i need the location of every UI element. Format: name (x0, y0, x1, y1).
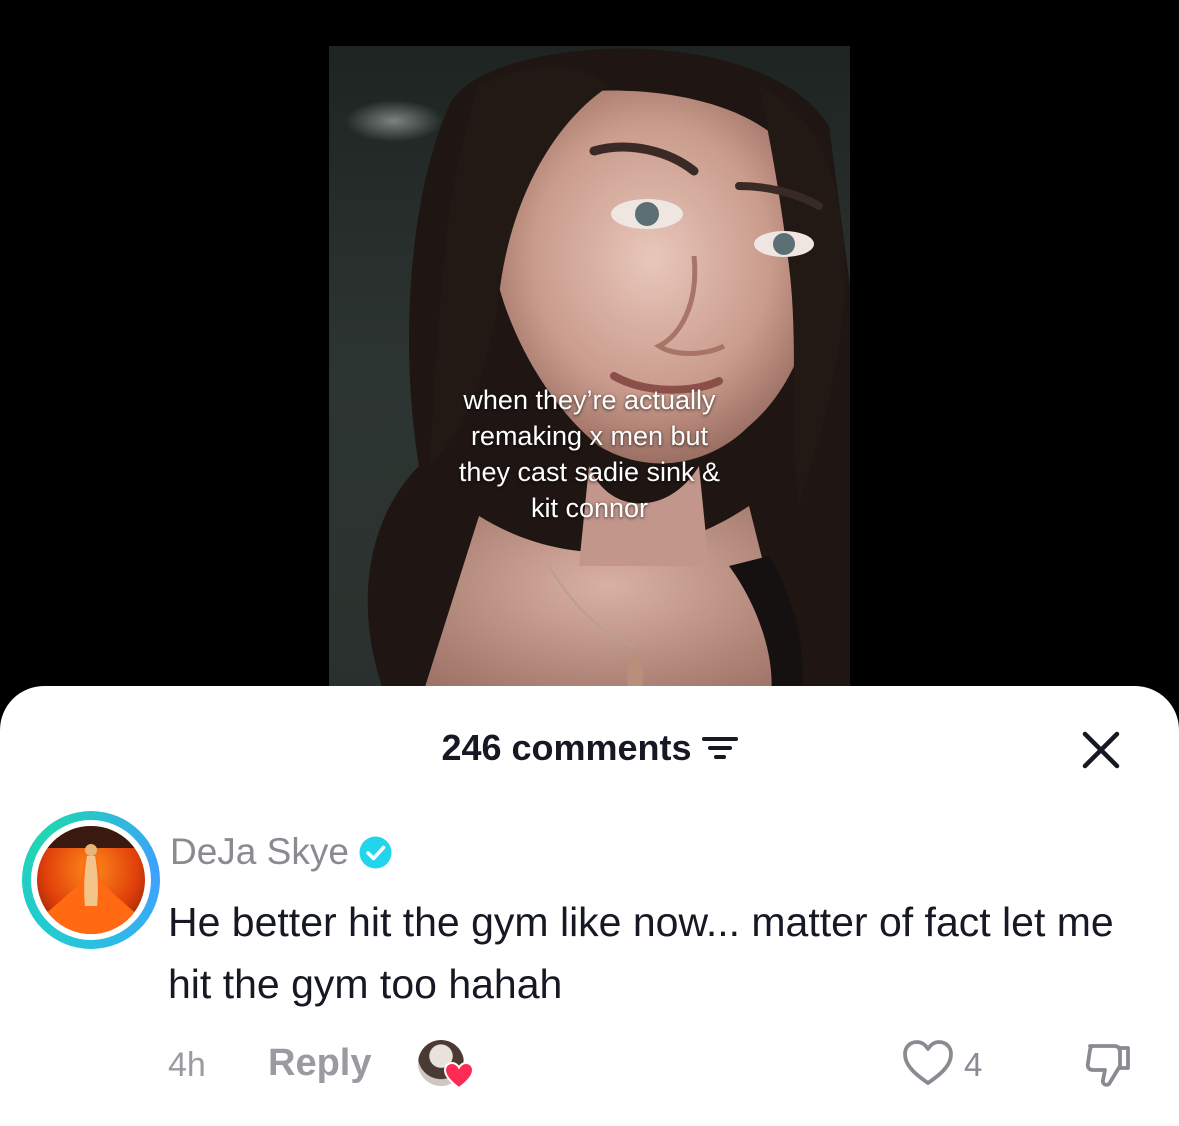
avatar-ring-gap (31, 820, 151, 940)
dislike-icon[interactable] (1082, 1038, 1134, 1090)
comments-count: 246 comments (441, 727, 692, 768)
caption-line: when they’re actually (463, 385, 716, 415)
video-player[interactable]: when they’re actually remaking x men but… (329, 46, 850, 706)
verified-check-icon (359, 836, 392, 868)
comment-text: He better hit the gym like now... matter… (168, 899, 1114, 1007)
avatar-photo (37, 826, 145, 934)
comment-actions-row: 4h Reply 4 (168, 1036, 1158, 1094)
caption-line: they cast sadie sink & (458, 457, 721, 487)
comment-author-row: DeJa Skye (170, 829, 392, 875)
avatar-image (37, 826, 145, 934)
video-caption: when they’re actually remaking x men but… (329, 382, 850, 526)
like-heart-icon[interactable] (902, 1038, 954, 1088)
heart-icon (444, 1062, 474, 1090)
reply-button[interactable]: Reply (268, 1042, 371, 1085)
close-icon[interactable] (1081, 730, 1121, 770)
like-count: 4 (964, 1046, 983, 1083)
caption-line: remaking x men but (470, 421, 709, 451)
comments-header: 246 comments (0, 726, 1179, 774)
caption-line: kit connor (530, 493, 649, 523)
video-frame-image (367, 48, 850, 706)
comment-username[interactable]: DeJa Skye (170, 831, 349, 873)
comment-timestamp: 4h (168, 1046, 206, 1084)
sort-filter-icon[interactable] (701, 734, 738, 762)
comments-count-wrap: 246 comments (0, 726, 1179, 770)
commenter-avatar[interactable] (22, 811, 160, 949)
liked-by-creator-badge (418, 1040, 474, 1092)
